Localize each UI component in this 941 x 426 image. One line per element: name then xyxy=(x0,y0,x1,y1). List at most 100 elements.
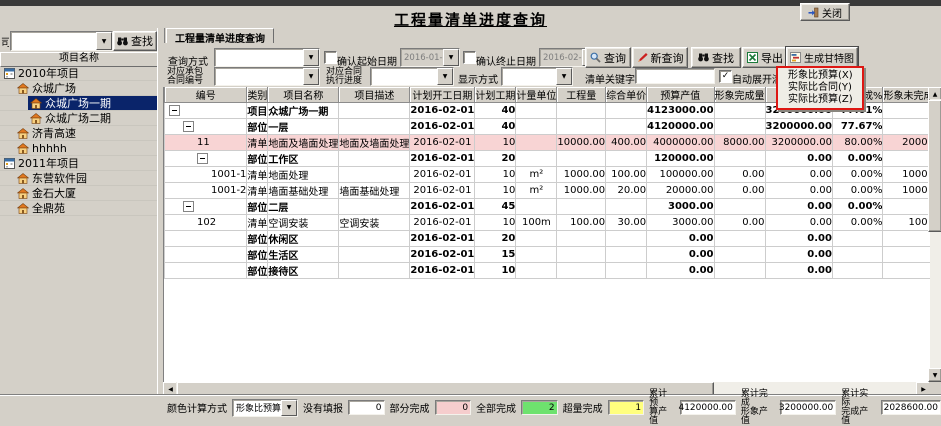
tree-item-众城广场二期[interactable]: 众城广场二期 xyxy=(0,111,157,126)
expand-toggle[interactable] xyxy=(197,153,208,164)
cell-qty xyxy=(557,263,606,279)
table-row[interactable]: 102清单空调安装空调安装2016-02-0110100m100.0030.00… xyxy=(164,215,941,231)
tree-item-2010年项目[interactable]: 2010年项目 xyxy=(0,66,157,81)
confirm-start-checkbox[interactable] xyxy=(324,51,337,64)
cell-pct: 80.00% xyxy=(832,135,883,151)
table-row[interactable]: 11清单地面及墙面处理地面及墙面处理2016-02-011010000.0040… xyxy=(164,135,941,151)
new-query-button[interactable]: 新查询 xyxy=(632,47,688,68)
confirm-end-checkbox[interactable] xyxy=(463,51,476,64)
cell-imgval: 0.00 xyxy=(765,199,832,215)
cell-desc xyxy=(339,119,410,135)
table-row[interactable]: 部位二层2016-02-01453000.000.000.00% xyxy=(164,199,941,215)
cell-qty xyxy=(557,119,606,135)
contract-no-combobox[interactable]: ▼ xyxy=(214,67,320,86)
house-icon xyxy=(30,113,42,124)
export-button[interactable]: 导出 xyxy=(742,47,788,68)
confirm-start-date-picker[interactable]: 2016-01-27▼ xyxy=(400,48,460,67)
table-row[interactable]: 部位休闲区2016-02-01200.000.00 xyxy=(164,231,941,247)
cell-qty: 100.00 xyxy=(557,215,606,231)
cell-unit xyxy=(516,103,557,119)
cell-no xyxy=(165,103,247,119)
cell-cat: 部位 xyxy=(247,199,268,215)
expand-toggle[interactable] xyxy=(183,121,194,132)
confirm-end-label: 确认终止日期 xyxy=(476,53,536,68)
v-scrollbar-thumb[interactable] xyxy=(928,100,941,232)
expand-toggle[interactable] xyxy=(183,201,194,212)
status-item-value: 1 xyxy=(608,400,645,415)
status-item-label: 全部完成 xyxy=(476,400,516,415)
generate-gantt-button[interactable]: 生成甘特图 xyxy=(786,47,858,68)
cell-cat: 部位 xyxy=(247,151,268,167)
table-row[interactable]: 部位工作区2016-02-0120120000.000.000.00% xyxy=(164,151,941,167)
cell-price xyxy=(606,151,647,167)
cell-done: 8000.00 xyxy=(714,135,765,151)
cell-qty xyxy=(557,247,606,263)
chevron-down-icon[interactable]: ▼ xyxy=(303,49,319,66)
row-number: 11 xyxy=(197,137,210,148)
table-row[interactable]: 1001-1清单地面处理2016-02-0110m²1000.00100.001… xyxy=(164,167,941,183)
tree-item-全鼎苑[interactable]: 全鼎苑 xyxy=(0,201,157,216)
cell-imgval: 0.00 xyxy=(765,215,832,231)
binoculars-icon xyxy=(698,53,709,62)
tree-item-label: hhhhh xyxy=(32,142,67,155)
chevron-down-icon[interactable]: ▼ xyxy=(96,32,112,50)
tree-item-济青高速[interactable]: 济青高速 xyxy=(0,126,157,141)
cell-price: 20.00 xyxy=(606,183,647,199)
query-button[interactable]: 查询 xyxy=(585,47,631,68)
column-header-工程量: 工程量 xyxy=(557,87,606,103)
sidebar-find-button[interactable]: 查找 xyxy=(113,31,157,51)
chevron-down-icon[interactable]: ▼ xyxy=(281,400,297,416)
column-header-计划开工日期: 计划开工日期 xyxy=(410,87,475,103)
sidebar-search-combobox[interactable]: ▼ xyxy=(10,31,113,51)
cell-qty xyxy=(557,103,606,119)
find-button[interactable]: 查找 xyxy=(691,47,741,68)
cell-start: 2016-02-01 xyxy=(410,215,475,231)
status-item-label: 累计实际 完成产值 xyxy=(841,390,875,426)
cell-name: 地面处理 xyxy=(268,167,339,183)
tree-item-2011年项目[interactable]: 2011年项目 xyxy=(0,156,157,171)
tree-item-众城广场一期[interactable]: 众城广场一期 xyxy=(0,96,157,111)
gantt-menu-item[interactable]: 实际比合同(Y) xyxy=(778,82,862,94)
chevron-down-icon[interactable]: ▼ xyxy=(556,68,572,85)
table-row[interactable]: 部位生活区2016-02-01150.000.00 xyxy=(164,247,941,263)
auto-expand-checkbox[interactable]: ✓ xyxy=(719,70,732,83)
query-mode-combobox[interactable]: ▼ xyxy=(214,48,320,67)
chevron-down-icon[interactable]: ▼ xyxy=(303,68,319,85)
close-button[interactable]: 关闭 xyxy=(800,3,850,21)
tree-cell xyxy=(165,200,246,213)
tree-cell: 102 xyxy=(165,216,246,229)
sidebar-search-label: 司 xyxy=(1,34,9,49)
cell-start: 2016-02-01 xyxy=(410,167,475,183)
color-mode-combobox[interactable]: 形象比预算 ▼ xyxy=(232,399,298,417)
scroll-down-button[interactable]: ▼ xyxy=(928,368,941,382)
tree-item-众城广场[interactable]: 众城广场 xyxy=(0,81,157,96)
cell-done xyxy=(714,247,765,263)
gantt-menu-item[interactable]: 实际比预算(Z) xyxy=(778,94,862,106)
cell-unit xyxy=(516,231,557,247)
status-item-label: 累计完成 形象产值 xyxy=(741,390,775,426)
cell-dur: 10 xyxy=(475,167,516,183)
keyword-input[interactable] xyxy=(635,68,715,84)
cell-done xyxy=(714,119,765,135)
tree-cell: 11 xyxy=(165,136,246,149)
tree-item-金石大厦[interactable]: 金石大厦 xyxy=(0,186,157,201)
tree-cell: 1001-1 xyxy=(165,168,246,181)
contract-progress-combobox[interactable]: ▼ xyxy=(370,67,454,86)
cell-pct: 0.00% xyxy=(832,151,883,167)
tree-item-东营软件园[interactable]: 东营软件园 xyxy=(0,171,157,186)
expand-toggle[interactable] xyxy=(169,105,180,116)
display-mode-combobox[interactable]: ▼ xyxy=(501,67,573,86)
keyword-label: 清单关键字 xyxy=(585,71,635,86)
cell-unit xyxy=(516,263,557,279)
tree-item-hhhhh[interactable]: hhhhh xyxy=(0,141,157,156)
table-row[interactable]: 1001-2清单墙面基础处理墙面基础处理2016-02-0110m²1000.0… xyxy=(164,183,941,199)
chevron-down-icon[interactable]: ▼ xyxy=(443,49,459,66)
table-row[interactable]: 部位接待区2016-02-01100.000.00 xyxy=(164,263,941,279)
gantt-chart-icon xyxy=(790,52,801,63)
chevron-down-icon[interactable]: ▼ xyxy=(437,68,453,85)
gantt-menu-item[interactable]: 形象比预算(X) xyxy=(778,70,862,82)
close-icon xyxy=(808,7,819,18)
status-item-value: 2 xyxy=(521,400,558,415)
table-row[interactable]: 部位一层2016-02-01404120000.003200000.0077.6… xyxy=(164,119,941,135)
cell-name: 休闲区 xyxy=(268,231,339,247)
